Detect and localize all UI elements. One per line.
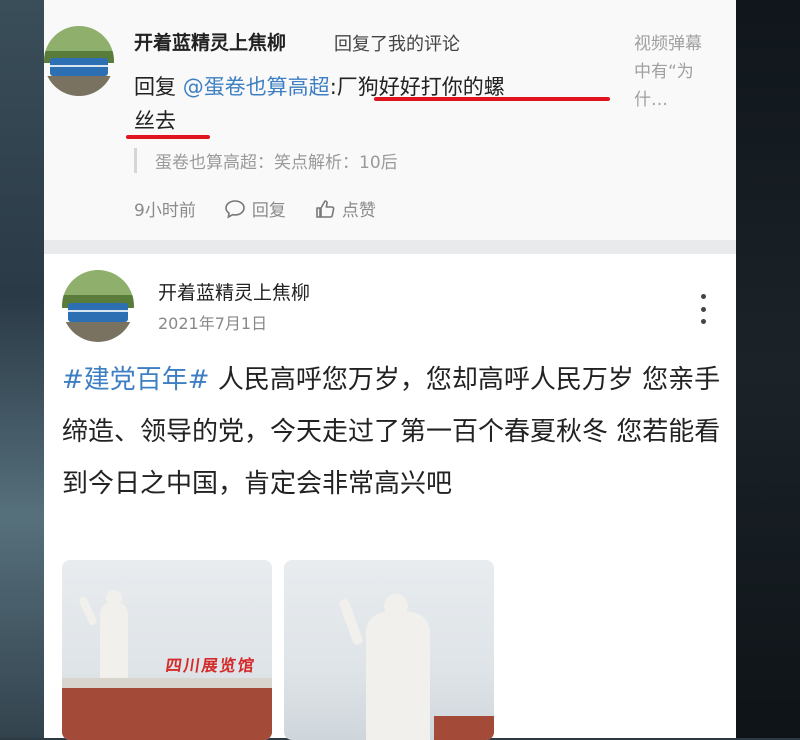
card-separator	[44, 240, 736, 254]
reply-content-line2: 丝去	[134, 109, 176, 133]
reply-prefix: 回复	[134, 75, 183, 99]
reply-button[interactable]: 回复	[224, 196, 286, 221]
notification-action-text: 回复了我的评论	[334, 34, 460, 55]
reply-content-line1: :厂狗好好打你的螺	[329, 75, 505, 99]
background-right	[736, 0, 800, 738]
post-text: #建党百年# 人民高呼您万岁，您却高呼人民万岁 您亲手缔造、领导的党，今天走过了…	[62, 354, 722, 510]
building	[434, 716, 494, 740]
post-photo-1[interactable]: 四川展览馆	[62, 560, 272, 740]
statue-figure	[366, 612, 430, 740]
notification-meta-row: 9小时前 回复 点赞	[134, 196, 376, 221]
comment-icon	[225, 199, 245, 218]
video-note-preview[interactable]: 视频弹幕中有“为什…	[634, 30, 714, 114]
time-ago: 9小时前	[134, 201, 196, 221]
post-card[interactable]: 开着蓝精灵上焦柳 2021年7月1日 #建党百年# 人民高呼您万岁，您却高呼人民…	[44, 254, 736, 740]
reply-content: 回复 @蛋卷也算高超:厂狗好好打你的螺丝去	[134, 70, 626, 138]
background-left	[0, 0, 44, 738]
reply-label: 回复	[251, 201, 286, 221]
like-label: 点赞	[341, 201, 376, 221]
post-date: 2021年7月1日	[158, 314, 268, 333]
building	[62, 688, 272, 740]
red-underline-annotation	[374, 97, 610, 101]
building-sign: 四川展览馆	[164, 656, 258, 675]
red-underline-annotation-2	[126, 135, 210, 139]
hashtag-link[interactable]: #建党百年#	[62, 365, 210, 395]
thumbs-up-icon	[316, 199, 335, 218]
reply-notification-card[interactable]: 开着蓝精灵上焦柳 回复了我的评论 回复 @蛋卷也算高超:厂狗好好打你的螺丝去 蛋…	[44, 0, 736, 240]
post-user-name[interactable]: 开着蓝精灵上焦柳	[158, 278, 310, 305]
quoted-comment[interactable]: 蛋卷也算高超：笑点解析：10后	[134, 148, 398, 173]
mention-link[interactable]: @蛋卷也算高超	[183, 75, 330, 99]
post-user-avatar[interactable]	[62, 270, 134, 342]
like-button[interactable]: 点赞	[314, 196, 376, 221]
post-photo-2[interactable]	[284, 560, 494, 740]
user-avatar[interactable]	[44, 26, 114, 96]
more-vertical-icon[interactable]	[696, 294, 710, 324]
notification-user-name[interactable]: 开着蓝精灵上焦柳	[134, 28, 286, 55]
